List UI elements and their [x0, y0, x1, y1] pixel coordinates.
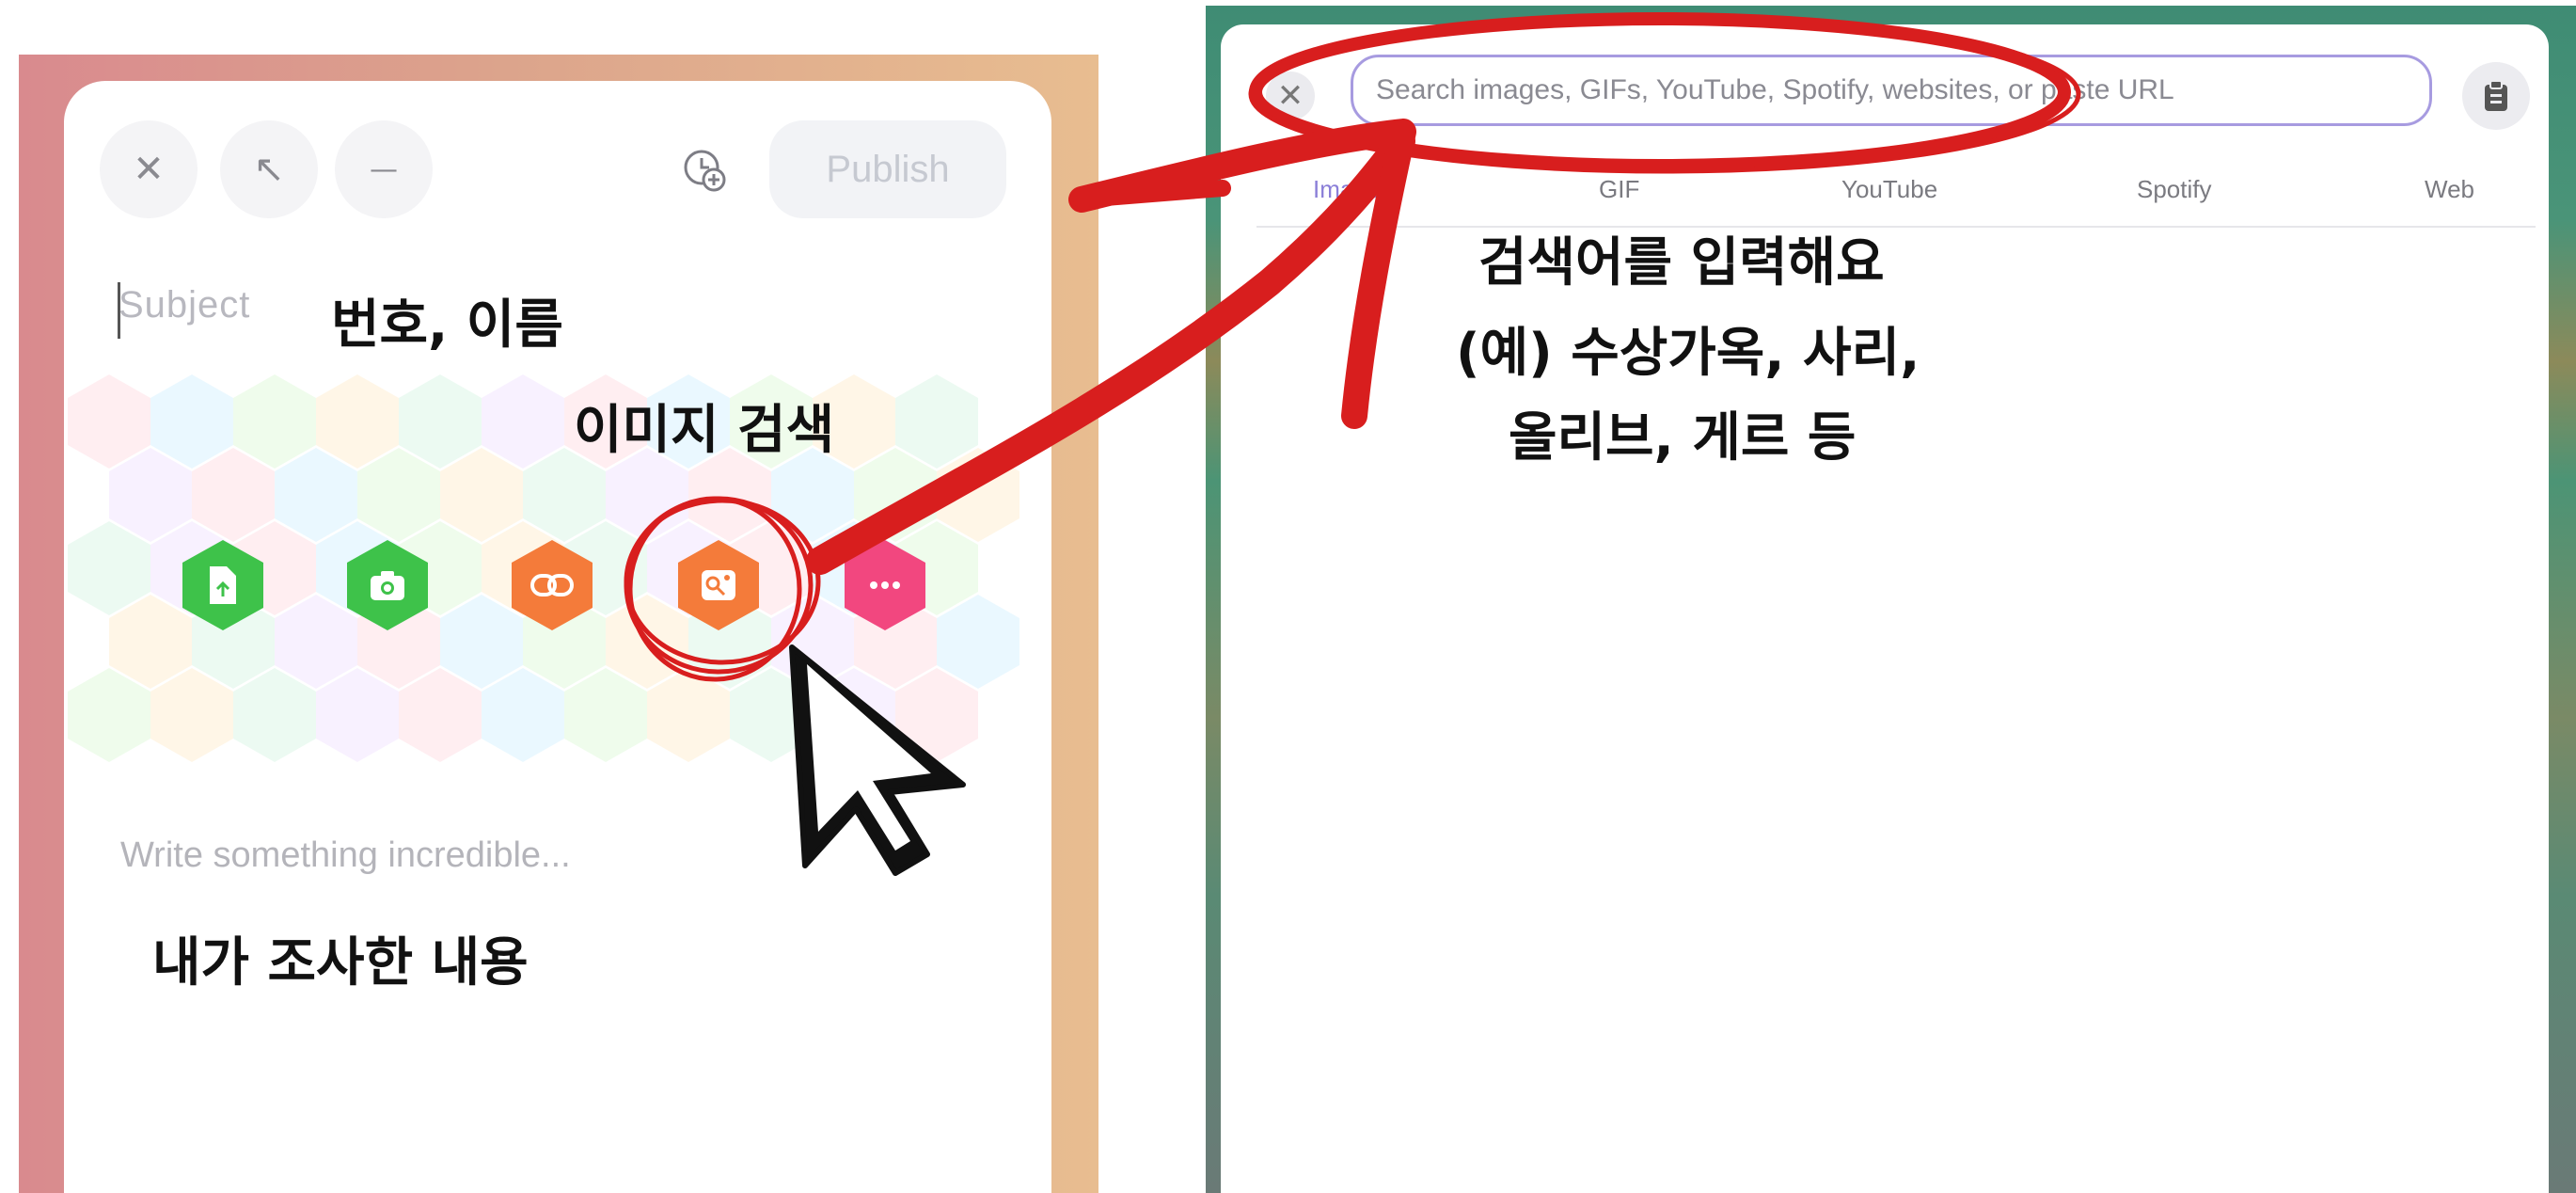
hex-tile	[895, 374, 978, 469]
subject-field[interactable]: Subject	[119, 284, 250, 326]
hex-tile	[937, 448, 1019, 542]
hex-tile	[440, 595, 523, 689]
annotation-image-search: 이미지 검색	[574, 400, 835, 461]
annotation-subject: 번호, 이름	[331, 294, 563, 356]
hex-tile	[150, 374, 233, 469]
tab-gif[interactable]: GIF	[1599, 175, 1639, 204]
tab-spotify[interactable]: Spotify	[2137, 175, 2212, 204]
tab-divider	[1256, 226, 2536, 228]
annotation-search-line3: 올리브, 게르 등	[1509, 407, 1857, 469]
search-close-button[interactable]: ✕	[1266, 72, 1315, 120]
tab-youtube[interactable]: YouTube	[1841, 175, 1937, 204]
hex-tile	[771, 595, 854, 689]
hex-tile	[109, 595, 192, 689]
hex-tile	[937, 595, 1019, 689]
hex-tile	[564, 668, 647, 762]
expand-button[interactable]: ↖	[220, 120, 318, 218]
hex-tile	[647, 668, 730, 762]
annotation-search-line1: 검색어를 입력해요	[1478, 232, 1885, 294]
close-icon: ✕	[1276, 77, 1304, 115]
annotation-body: 내가 조사한 내용	[152, 932, 529, 994]
image-search-icon	[702, 570, 735, 600]
hex-tile	[399, 374, 482, 469]
hex-tile	[316, 668, 399, 762]
camera-icon	[371, 571, 404, 600]
clipboard-icon	[2485, 80, 2507, 111]
hex-tile	[482, 374, 564, 469]
hex-tile	[275, 595, 357, 689]
body-field[interactable]: Write something incredible...	[120, 835, 571, 876]
hex-tile	[316, 374, 399, 469]
tab-web[interactable]: Web	[2425, 175, 2474, 204]
minimize-icon: —	[370, 152, 398, 186]
schedule-icon[interactable]	[681, 147, 728, 194]
paste-clipboard-button[interactable]	[2462, 62, 2530, 130]
hex-tile	[150, 668, 233, 762]
hex-tile	[233, 374, 316, 469]
upload-file-icon	[210, 566, 236, 604]
close-icon: ✕	[133, 148, 165, 191]
hex-tile	[440, 448, 523, 542]
minimize-button[interactable]: —	[335, 120, 433, 218]
hex-tile	[895, 668, 978, 762]
hex-tile	[275, 448, 357, 542]
link-icon	[530, 574, 574, 596]
publish-label: Publish	[826, 148, 950, 190]
publish-button[interactable]: Publish	[769, 120, 1006, 218]
hex-tile	[813, 668, 895, 762]
close-button[interactable]: ✕	[100, 120, 198, 218]
hex-tile	[854, 448, 937, 542]
search-input[interactable]	[1351, 55, 2432, 126]
hex-tile	[233, 668, 316, 762]
hex-tile	[730, 668, 813, 762]
hex-tile	[192, 448, 275, 542]
tab-images[interactable]: Images	[1313, 175, 1393, 204]
hex-tile	[606, 595, 688, 689]
annotation-search-line2: (예) 수상가옥, 사리,	[1456, 323, 1920, 384]
more-icon	[870, 581, 900, 589]
hex-tile	[109, 448, 192, 542]
hex-tile	[482, 668, 564, 762]
hex-tile	[357, 448, 440, 542]
hex-tile	[399, 668, 482, 762]
expand-icon: ↖	[253, 148, 285, 191]
